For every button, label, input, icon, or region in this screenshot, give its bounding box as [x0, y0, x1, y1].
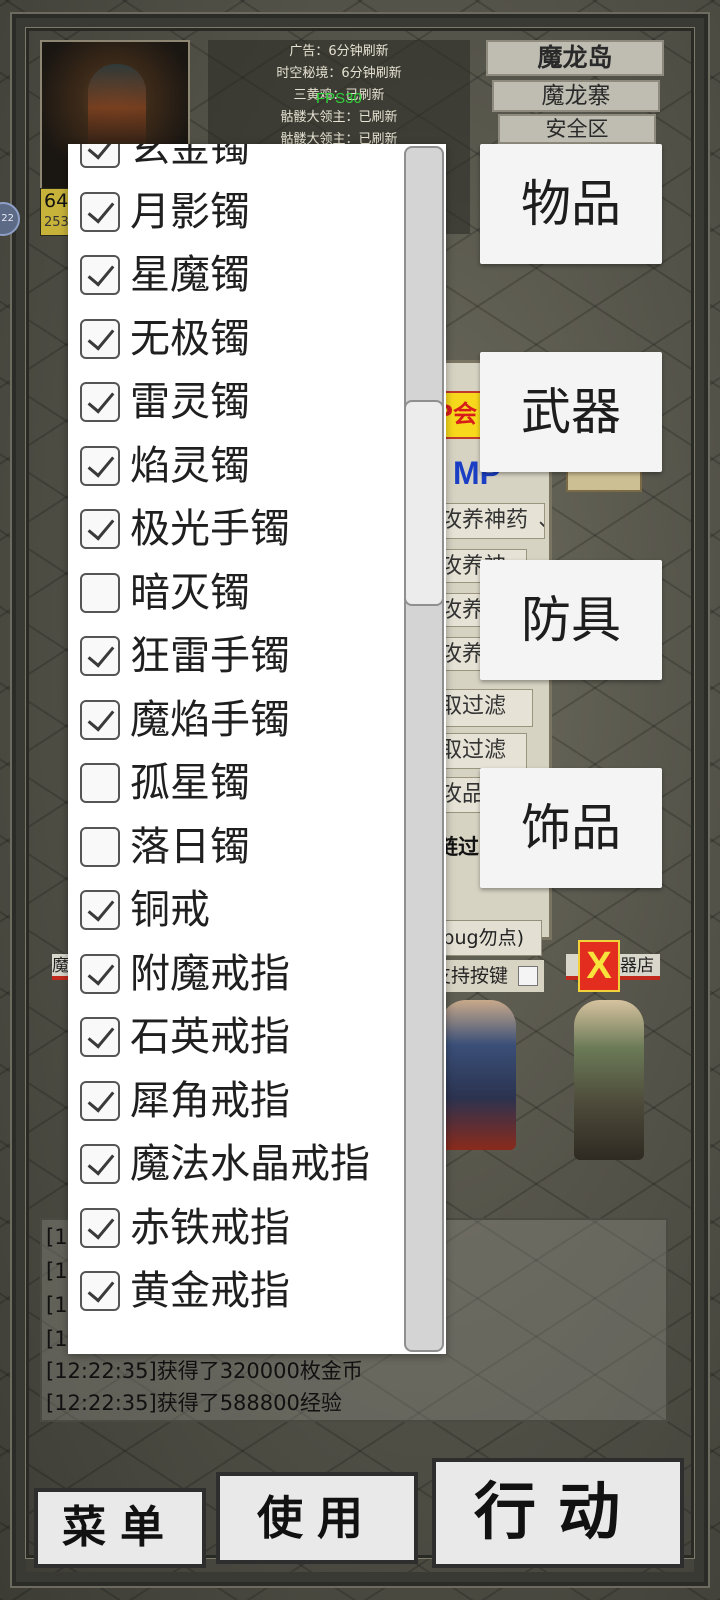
filter-item-label: 暗灭镯: [130, 569, 250, 616]
location-area-name: 魔龙寨: [492, 80, 660, 112]
category-items-button[interactable]: 物品: [480, 144, 662, 264]
filter-item-row[interactable]: 狂雷手镯: [80, 624, 400, 688]
scrollbar-thumb[interactable]: [404, 400, 444, 606]
fps-counter: FPS30: [316, 90, 362, 107]
filter-item-row[interactable]: 极光手镯: [80, 497, 400, 561]
chat-line: [12:22:35]获得了588800经验: [46, 1391, 342, 1415]
checkbox-checked[interactable]: [80, 1080, 120, 1121]
location-map-name: 魔龙岛: [486, 40, 664, 76]
filter-item-row[interactable]: 孤星镯: [80, 751, 400, 815]
level-badge: 64 253: [40, 188, 70, 236]
filter-item-label: 赤铁戒指: [130, 1204, 290, 1251]
checkbox-checked[interactable]: [80, 1207, 120, 1248]
use-button[interactable]: 使用: [216, 1472, 418, 1564]
filter-item-label: 焰灵镯: [130, 442, 250, 489]
pickup-filter-button[interactable]: 取过滤: [435, 733, 527, 769]
filter-item-row[interactable]: 犀角戒指: [80, 1069, 400, 1133]
action-button[interactable]: 行动: [432, 1458, 684, 1568]
npc-character[interactable]: [440, 1000, 516, 1150]
filter-item-label: 无极镯: [130, 315, 250, 362]
filter-item-row[interactable]: 魔法水晶戒指: [80, 1132, 400, 1196]
category-armor-button[interactable]: 防具: [480, 560, 662, 680]
filter-item-label: 孤星镯: [130, 760, 250, 806]
checkbox-checked[interactable]: [80, 699, 120, 740]
location-zone-status: 安全区: [498, 114, 656, 144]
level-value: 64: [44, 190, 69, 212]
filter-item-row[interactable]: 铜戒: [80, 878, 400, 942]
filter-item-row[interactable]: 星魔镯: [80, 243, 400, 307]
pickup-filter-button[interactable]: 取过滤: [435, 689, 533, 727]
checkbox-unchecked[interactable]: [80, 763, 120, 803]
filter-item-row[interactable]: 附魔戒指: [80, 942, 400, 1006]
filter-item-row[interactable]: 焰灵镯: [80, 434, 400, 498]
filter-item-row[interactable]: 黄金戒指: [80, 1259, 400, 1323]
filter-item-row[interactable]: 玄金镯: [80, 144, 400, 180]
checkbox-checked[interactable]: [80, 255, 120, 295]
item-filter-popup: 玄金镯月影镯星魔镯无极镯雷灵镯焰灵镯极光手镯暗灭镯狂雷手镯魔焰手镯孤星镯落日镯铜…: [68, 144, 446, 1354]
checkbox-checked[interactable]: [80, 144, 120, 168]
filter-item-label: 黄金戒指: [130, 1268, 290, 1314]
menu-button[interactable]: 菜单: [34, 1488, 206, 1568]
filter-item-label: 附魔戒指: [130, 950, 290, 997]
checkbox-checked[interactable]: [80, 953, 120, 994]
checkbox-checked[interactable]: [80, 636, 120, 676]
notice-line: 时空秘境：6分钟刷新: [276, 66, 402, 81]
filter-item-label: 魔焰手镯: [130, 696, 290, 743]
filter-item-row[interactable]: 雷灵镯: [80, 370, 400, 434]
filter-item-label: 魔法水晶戒指: [130, 1141, 370, 1187]
checkbox-checked[interactable]: [80, 318, 120, 359]
filter-item-row[interactable]: 石英戒指: [80, 1005, 400, 1069]
checkbox-checked[interactable]: [80, 890, 120, 930]
close-icon[interactable]: X: [578, 940, 620, 992]
filter-item-row[interactable]: 赤铁戒指: [80, 1196, 400, 1260]
notice-line: 骷髅大领主：已刷新: [280, 110, 398, 125]
npc-character[interactable]: [574, 1000, 644, 1160]
checkbox-unchecked[interactable]: [80, 572, 120, 613]
bug-button[interactable]: (bug勿点): [432, 920, 542, 956]
filter-item-label: 月影镯: [130, 188, 250, 235]
filter-item-label: 星魔镯: [130, 252, 250, 298]
filter-item-row[interactable]: 无极镯: [80, 307, 400, 371]
item-filter-list: 玄金镯月影镯星魔镯无极镯雷灵镯焰灵镯极光手镯暗灭镯狂雷手镯魔焰手镯孤星镯落日镯铜…: [68, 144, 402, 1354]
potion-select[interactable]: 攻养神药 ⌄: [435, 503, 545, 539]
filter-item-row[interactable]: 落日镯: [80, 815, 400, 879]
checkbox-checked[interactable]: [80, 1271, 120, 1311]
scrollbar-track[interactable]: [404, 146, 444, 1352]
category-weapons-button[interactable]: 武器: [480, 352, 662, 472]
filter-item-label: 玄金镯: [130, 144, 250, 171]
level-sub-value: 253: [44, 215, 69, 230]
checkbox-checked[interactable]: [80, 1144, 120, 1184]
filter-item-label: 落日镯: [130, 823, 250, 870]
filter-item-label: 狂雷手镯: [130, 633, 290, 679]
key-support-checkbox[interactable]: [518, 966, 538, 986]
checkbox-checked[interactable]: [80, 509, 120, 549]
checkbox-checked[interactable]: [80, 445, 120, 486]
checkbox-checked[interactable]: [80, 191, 120, 232]
filter-item-label: 石英戒指: [130, 1014, 290, 1060]
checkbox-checked[interactable]: [80, 382, 120, 422]
filter-item-row[interactable]: 月影镯: [80, 180, 400, 244]
filter-item-label: 铜戒: [130, 887, 210, 933]
filter-item-label: 雷灵镯: [130, 379, 250, 425]
filter-item-label: 极光手镯: [130, 506, 290, 552]
checkbox-unchecked[interactable]: [80, 826, 120, 867]
filter-item-label: 犀角戒指: [130, 1077, 290, 1124]
notice-line: 广告：6分钟刷新: [289, 44, 389, 59]
checkbox-checked[interactable]: [80, 1017, 120, 1057]
chat-line: [12:22:35]获得了320000枚金币: [46, 1359, 363, 1383]
filter-item-row[interactable]: 暗灭镯: [80, 561, 400, 625]
category-jewelry-button[interactable]: 饰品: [480, 768, 662, 888]
filter-item-row[interactable]: 魔焰手镯: [80, 688, 400, 752]
